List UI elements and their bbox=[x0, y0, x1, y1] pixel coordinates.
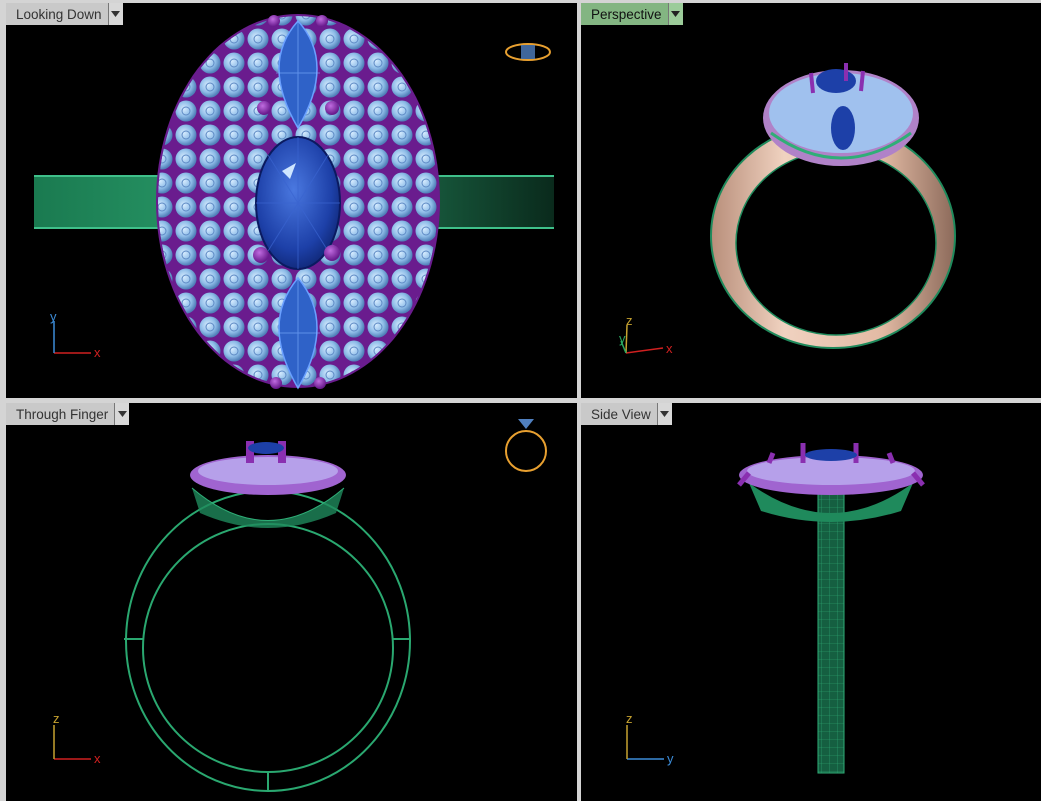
viewport-title: Looking Down bbox=[16, 6, 102, 22]
svg-text:x: x bbox=[94, 345, 101, 360]
svg-text:x: x bbox=[666, 341, 673, 356]
chevron-down-icon[interactable] bbox=[107, 3, 123, 25]
viewport-side-view[interactable]: Side View y z bbox=[581, 403, 1041, 801]
axis-indicator-top: x y bbox=[50, 309, 101, 360]
viewport-title: Through Finger bbox=[16, 406, 109, 422]
svg-text:y: y bbox=[50, 309, 57, 324]
ring-orientation-gizmo[interactable] bbox=[505, 419, 547, 472]
chevron-down-icon[interactable] bbox=[667, 3, 683, 25]
viewport-looking-down[interactable]: Looking Down x y bbox=[6, 3, 577, 398]
ring-wireframe bbox=[124, 490, 411, 792]
viewport-tab-perspective[interactable]: Perspective bbox=[581, 3, 683, 25]
axis-indicator-perspective: x z y bbox=[619, 313, 673, 356]
perspective-cluster bbox=[763, 63, 919, 166]
viewport-tab-through-finger[interactable]: Through Finger bbox=[6, 403, 130, 425]
axis-indicator-front: x z bbox=[53, 711, 101, 766]
top-view-scene: x y bbox=[34, 14, 554, 390]
svg-text:z: z bbox=[626, 711, 633, 726]
svg-text:y: y bbox=[619, 331, 626, 346]
svg-text:z: z bbox=[626, 313, 633, 328]
svg-text:x: x bbox=[94, 751, 101, 766]
front-cluster bbox=[190, 441, 346, 528]
side-view-scene: y z bbox=[626, 443, 925, 774]
shank-wire bbox=[817, 490, 845, 774]
ring-orientation-gizmo[interactable] bbox=[505, 43, 551, 61]
viewport-through-finger[interactable]: Through Finger x z bbox=[6, 403, 577, 801]
chevron-down-icon[interactable] bbox=[114, 403, 130, 425]
viewport-tab-looking-down[interactable]: Looking Down bbox=[6, 3, 123, 25]
perspective-scene: x z y bbox=[619, 63, 956, 356]
viewport-title: Side View bbox=[591, 406, 651, 422]
svg-text:z: z bbox=[53, 711, 60, 726]
viewport-title: Perspective bbox=[591, 6, 662, 22]
viewport-tab-side-view[interactable]: Side View bbox=[581, 403, 672, 425]
axis-indicator-side: y z bbox=[626, 711, 674, 766]
front-view-scene: x z bbox=[53, 419, 547, 792]
svg-text:y: y bbox=[667, 751, 674, 766]
viewport-perspective[interactable]: Perspective x z y bbox=[581, 3, 1041, 398]
chevron-down-icon[interactable] bbox=[656, 403, 672, 425]
